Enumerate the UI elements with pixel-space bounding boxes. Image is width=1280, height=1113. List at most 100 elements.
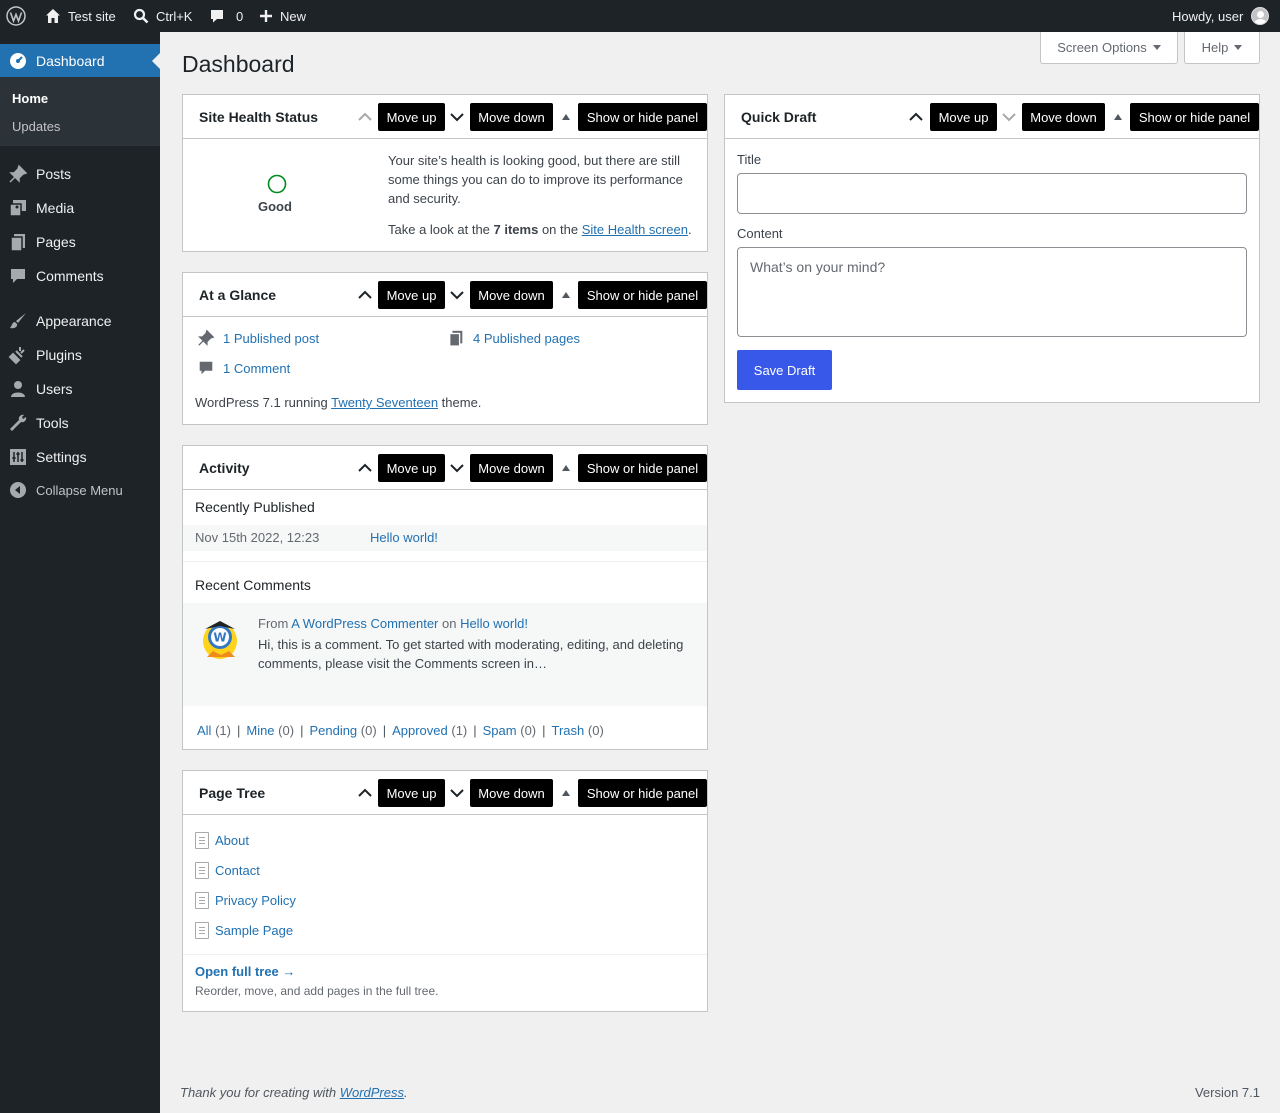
theme-link[interactable]: Twenty Seventeen — [331, 395, 438, 410]
toggle-triangle-icon[interactable] — [556, 285, 576, 305]
filter-approved-link[interactable]: Approved (1) — [392, 723, 467, 738]
comment-excerpt: Hi, this is a comment. To get started wi… — [258, 637, 684, 671]
toggle-triangle-icon[interactable] — [1108, 107, 1128, 127]
move-down-button[interactable]: Move down — [470, 779, 553, 807]
page-link[interactable]: Contact — [215, 863, 260, 878]
sidebar-item-label: Comments — [36, 268, 104, 284]
chevron-down-icon[interactable] — [447, 458, 467, 478]
filter-pending-link[interactable]: Pending (0) — [309, 723, 376, 738]
sidebar-item-tools[interactable]: Tools — [0, 406, 160, 440]
chevron-up-icon[interactable] — [906, 107, 926, 127]
page-tree-item[interactable]: Privacy Policy — [195, 892, 296, 909]
comment-post-link[interactable]: Hello world! — [460, 616, 528, 631]
activity-widget: Activity Move up Move down Show or hide … — [182, 445, 708, 750]
chevron-up-icon[interactable] — [355, 783, 375, 803]
toggle-panel-button[interactable]: Show or hide panel — [1130, 103, 1259, 131]
chevron-down-icon[interactable] — [447, 783, 467, 803]
open-full-tree-link[interactable]: Open full tree → — [195, 964, 295, 979]
save-draft-button[interactable]: Save Draft — [737, 350, 832, 390]
widget-header: At a Glance Move up Move down Show or hi… — [183, 273, 707, 317]
filter-mine-link[interactable]: Mine (0) — [246, 723, 294, 738]
filter-all-link[interactable]: All (1) — [197, 723, 231, 738]
dashboard-gauge-icon — [0, 51, 36, 71]
site-health-screen-link[interactable]: Site Health screen — [582, 222, 688, 237]
submenu-item-updates[interactable]: Updates — [12, 119, 60, 134]
page-link[interactable]: Sample Page — [215, 923, 293, 938]
wordpress-link[interactable]: WordPress — [340, 1085, 404, 1100]
post-title-link[interactable]: Hello world! — [370, 530, 438, 545]
search-icon — [133, 8, 149, 24]
title-label: Title — [737, 152, 762, 167]
comment-bubble-icon — [199, 361, 213, 375]
toggle-triangle-icon[interactable] — [556, 458, 576, 478]
sidebar-item-media[interactable]: Media — [0, 191, 160, 225]
sidebar-item-appearance[interactable]: Appearance — [0, 304, 160, 338]
comments-count-link[interactable]: 1 Comment — [197, 359, 290, 377]
page-icon — [195, 922, 209, 939]
chevron-up-icon[interactable] — [355, 285, 375, 305]
page-link[interactable]: About — [215, 833, 249, 848]
move-up-button[interactable]: Move up — [378, 103, 445, 131]
comments-count: 0 — [236, 8, 244, 24]
site-name-link[interactable]: Test site — [44, 0, 116, 32]
my-account-menu[interactable]: Howdy, user — [1172, 0, 1270, 32]
move-down-button[interactable]: Move down — [470, 454, 553, 482]
chevron-up-icon[interactable] — [355, 458, 375, 478]
toggle-triangle-icon[interactable] — [556, 783, 576, 803]
published-posts-link[interactable]: 1 Published post — [197, 329, 319, 347]
toggle-triangle-icon[interactable] — [556, 107, 576, 127]
pages-icon — [449, 330, 463, 347]
media-icon — [0, 198, 36, 218]
move-down-button[interactable]: Move down — [1022, 103, 1105, 131]
sidebar-item-settings[interactable]: Settings — [0, 440, 160, 474]
wordpress-logo-icon[interactable] — [6, 0, 26, 32]
comments-link[interactable]: 0 — [208, 0, 243, 32]
sidebar-item-comments[interactable]: Comments — [0, 259, 160, 293]
move-down-button[interactable]: Move down — [470, 281, 553, 309]
sidebar-item-users[interactable]: Users — [0, 372, 160, 406]
published-pages-link[interactable]: 4 Published pages — [447, 329, 580, 347]
submenu-item-home[interactable]: Home — [12, 91, 48, 106]
filter-spam-link[interactable]: Spam (0) — [483, 723, 536, 738]
sidebar-item-label: Pages — [36, 234, 76, 250]
move-up-button[interactable]: Move up — [378, 454, 445, 482]
screen-options-button[interactable]: Screen Options — [1040, 32, 1178, 64]
page-tree-item[interactable]: Sample Page — [195, 922, 293, 939]
help-button[interactable]: Help — [1184, 32, 1260, 64]
chevron-down-icon[interactable] — [999, 107, 1019, 127]
page-tree-item[interactable]: About — [195, 832, 249, 849]
sidebar-item-label: Media — [36, 200, 75, 216]
move-down-button[interactable]: Move down — [470, 103, 553, 131]
collapse-menu-button[interactable]: Collapse Menu — [0, 473, 160, 507]
draft-title-input[interactable] — [737, 173, 1247, 214]
move-up-button[interactable]: Move up — [378, 779, 445, 807]
sidebar-item-posts[interactable]: Posts — [0, 157, 160, 191]
filter-trash-link[interactable]: Trash (0) — [552, 723, 604, 738]
chevron-down-icon[interactable] — [447, 107, 467, 127]
commenter-link[interactable]: A WordPress Commenter — [291, 616, 438, 631]
toggle-panel-button[interactable]: Show or hide panel — [578, 779, 707, 807]
chevron-up-icon[interactable] — [355, 107, 375, 127]
draft-content-textarea[interactable]: What’s on your mind? — [737, 247, 1247, 337]
sidebar-item-plugins[interactable]: Plugins — [0, 338, 160, 372]
separator: | — [382, 723, 387, 738]
recently-published-heading: Recently Published — [195, 499, 315, 515]
chevron-down-icon[interactable] — [447, 285, 467, 305]
page-link[interactable]: Privacy Policy — [215, 893, 296, 908]
new-content-button[interactable]: New — [258, 0, 306, 32]
toggle-panel-button[interactable]: Show or hide panel — [578, 281, 707, 309]
sidebar-item-dashboard[interactable]: Dashboard — [0, 44, 160, 78]
page-tree-item[interactable]: Contact — [195, 862, 260, 879]
sidebar-item-pages[interactable]: Pages — [0, 225, 160, 259]
move-up-button[interactable]: Move up — [930, 103, 997, 131]
move-up-button[interactable]: Move up — [378, 281, 445, 309]
command-palette-button[interactable]: Ctrl+K — [132, 0, 192, 32]
summary-prefix: Take a look at the — [388, 222, 494, 237]
widget-title: Quick Draft — [741, 109, 817, 125]
thanks-prefix: Thank you for creating with — [180, 1085, 340, 1100]
toggle-panel-button[interactable]: Show or hide panel — [578, 103, 707, 131]
widget-header: Quick Draft Move up Move down Show or hi… — [725, 95, 1259, 139]
toggle-panel-button[interactable]: Show or hide panel — [578, 454, 707, 482]
content-placeholder: What’s on your mind? — [750, 259, 886, 275]
search-shortcut: Ctrl+K — [156, 8, 193, 24]
